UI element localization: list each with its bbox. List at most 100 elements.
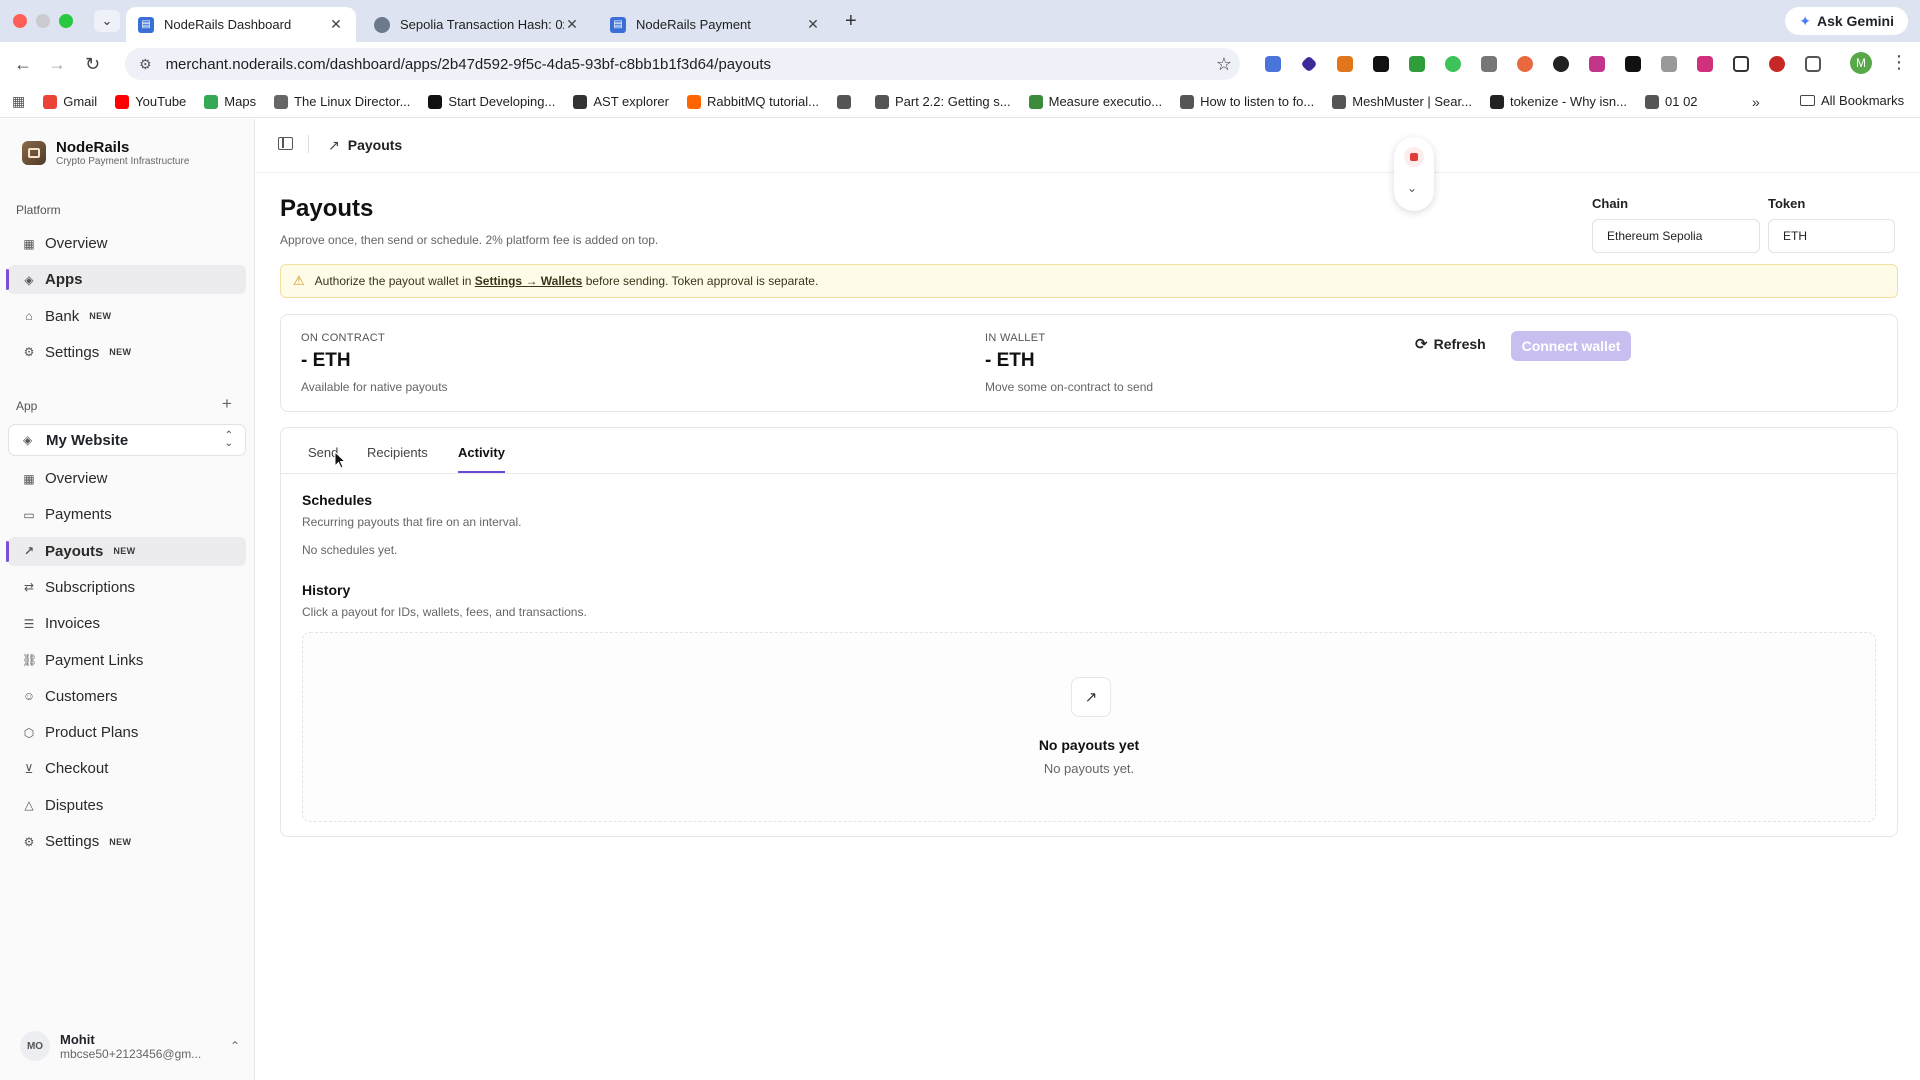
browser-tab-strip: ⌄ ▤ NodeRails Dashboard ✕ Sepolia Transa…	[0, 0, 1920, 42]
profile-avatar[interactable]: M	[1850, 52, 1872, 74]
bookmark-item[interactable]	[837, 94, 857, 109]
connect-wallet-button[interactable]: Connect wallet	[1511, 331, 1631, 361]
settings-wallets-link[interactable]: Settings → Wallets	[475, 274, 583, 288]
extension-icon[interactable]	[1579, 54, 1615, 74]
sidebar-item-invoices[interactable]: ☰ Invoices	[8, 609, 246, 638]
all-bookmarks-button[interactable]: All Bookmarks	[1800, 93, 1904, 108]
bookmark-item[interactable]: How to listen to fo...	[1180, 94, 1314, 109]
bookmark-label: Maps	[224, 94, 257, 109]
bookmark-item[interactable]: tokenize - Why isn...	[1489, 94, 1627, 109]
reload-icon[interactable]: ↻	[85, 54, 100, 75]
medium-icon[interactable]	[1363, 54, 1399, 74]
tab-close-icon[interactable]: ✕	[564, 16, 580, 33]
tab-label: NodeRails Payment	[636, 17, 751, 32]
bookmark-star-icon[interactable]: ☆	[1208, 54, 1240, 75]
sidebar-item-settings[interactable]: ⚙ Settings NEW	[8, 827, 246, 856]
metamask-fox-icon[interactable]	[1327, 54, 1363, 74]
sidebar-item-label: Invoices	[45, 615, 101, 633]
sidebar-item-customers[interactable]: ☺ Customers	[8, 682, 246, 711]
sidebar-item-label: Payments	[45, 506, 112, 524]
bookmark-item[interactable]: Gmail	[43, 94, 97, 109]
bookmark-item[interactable]: Maps	[204, 94, 256, 109]
user-menu[interactable]: MO Mohit mbcse50+2123456@gm... ⌃	[20, 1031, 240, 1061]
extension-icon[interactable]	[1723, 54, 1759, 74]
apps-grid-icon[interactable]: ▦	[12, 93, 25, 110]
stop-recording-icon[interactable]	[1404, 147, 1424, 167]
extension-icon[interactable]	[1651, 54, 1687, 74]
extension-icon[interactable]	[1435, 54, 1471, 74]
warning-icon: △	[24, 798, 34, 813]
bookmark-item[interactable]: Measure executio...	[1028, 94, 1162, 109]
sidebar-toggle-icon[interactable]	[278, 137, 293, 150]
history-heading: History	[302, 582, 351, 598]
tab-activity[interactable]: Activity	[458, 445, 505, 473]
extension-icon[interactable]	[1759, 54, 1795, 74]
sidebar-item-label: Subscriptions	[45, 578, 136, 596]
bookmark-item[interactable]: AST explorer	[573, 94, 669, 109]
sidebar-item-checkout[interactable]: ⊻ Checkout	[8, 754, 246, 783]
extension-icon[interactable]	[1471, 54, 1507, 74]
sidebar-item-payments[interactable]: ▭ Payments	[8, 500, 246, 529]
refresh-button[interactable]: ⟳ Refresh	[1415, 335, 1486, 353]
bookmark-item[interactable]: The Linux Director...	[274, 94, 410, 109]
browser-tab-sepolia[interactable]: Sepolia Transaction Hash: 0x2 ✕	[362, 7, 592, 42]
sidebar-item-subscriptions[interactable]: ⇄ Subscriptions	[8, 573, 246, 602]
browser-tab-dashboard[interactable]: ▤ NodeRails Dashboard ✕	[126, 7, 356, 42]
tab-recipients[interactable]: Recipients	[367, 445, 428, 471]
tab-close-icon[interactable]: ✕	[805, 16, 821, 33]
bookmark-item[interactable]: RabbitMQ tutorial...	[687, 94, 819, 109]
extension-icon[interactable]	[1543, 54, 1579, 74]
sidebar-item-overview[interactable]: ▦ Overview	[8, 464, 246, 493]
sidebar-item-label: Disputes	[45, 796, 104, 814]
address-bar[interactable]: ⚙ merchant.noderails.com/dashboard/apps/…	[125, 48, 1240, 80]
bookmark-label: tokenize - Why isn...	[1509, 94, 1627, 109]
bookmark-favicon-icon	[1028, 94, 1043, 109]
new-tab-plus-icon[interactable]: +	[845, 10, 857, 33]
sidebar-item-product-plans[interactable]: ⬡ Product Plans	[8, 718, 246, 747]
bookmark-item[interactable]: YouTube	[115, 94, 186, 109]
browser-tab-payment[interactable]: ▤ NodeRails Payment ✕	[598, 7, 833, 42]
extension-icon[interactable]	[1687, 54, 1723, 74]
sidebar-item-apps[interactable]: ◈ Apps	[6, 265, 246, 295]
sidebar-item-payouts[interactable]: ↗ Payouts NEW	[6, 536, 246, 566]
more-bookmarks-icon[interactable]: »	[1752, 94, 1760, 110]
extensions-puzzle-icon[interactable]	[1795, 54, 1831, 74]
sidebar-item-disputes[interactable]: △ Disputes	[8, 791, 246, 820]
recording-widget[interactable]: ⌄	[1394, 137, 1434, 211]
sidebar-item-overview[interactable]: ▦ Overview	[8, 229, 246, 258]
ask-gemini-button[interactable]: ✦ Ask Gemini	[1785, 7, 1908, 35]
site-info-icon[interactable]: ⚙	[139, 56, 152, 73]
sidebar-item-bank[interactable]: ⌂ Bank NEW	[8, 302, 246, 331]
sidebar-item-payment-links[interactable]: ⛓ Payment Links	[8, 646, 246, 675]
extension-icon[interactable]	[1615, 54, 1651, 74]
bookmark-item[interactable]: Start Developing...	[428, 94, 555, 109]
window-close-button[interactable]	[13, 14, 27, 28]
browser-menu-icon[interactable]: ⋮	[1890, 52, 1908, 73]
bookmark-item[interactable]: 01 02	[1645, 94, 1698, 109]
user-name: Mohit	[60, 1031, 95, 1047]
chevron-down-icon[interactable]: ⌄	[1407, 181, 1417, 195]
url-text[interactable]: merchant.noderails.com/dashboard/apps/2b…	[166, 56, 1208, 73]
window-zoom-button[interactable]	[59, 14, 73, 28]
bookmark-item[interactable]: MeshMuster | Sear...	[1332, 94, 1472, 109]
tab-search-chevron-icon[interactable]: ⌄	[94, 10, 120, 32]
sidebar-item-settings[interactable]: ⚙ Settings NEW	[8, 338, 246, 367]
add-app-plus-icon[interactable]: +	[222, 394, 232, 414]
token-select[interactable]: ETH	[1768, 219, 1895, 253]
bookmark-label: 01 02	[1665, 94, 1698, 109]
extension-icon[interactable]	[1507, 54, 1543, 74]
bookmark-item[interactable]: Part 2.2: Getting s...	[875, 94, 1011, 109]
window-minimize-button[interactable]	[36, 14, 50, 28]
back-arrow-icon[interactable]: ←	[14, 54, 32, 75]
schedules-description: Recurring payouts that fire on an interv…	[302, 515, 522, 529]
bookmark-favicon-icon	[837, 94, 851, 109]
sidebar-item-label: Settings	[45, 833, 100, 850]
brand[interactable]: NodeRails Crypto Payment Infrastructure	[22, 139, 189, 167]
extension-icon[interactable]	[1291, 54, 1327, 74]
app-selector[interactable]: ◈ My Website ⌃ ⌄	[8, 424, 246, 456]
tab-close-icon[interactable]: ✕	[328, 16, 344, 33]
chain-select[interactable]: Ethereum Sepolia	[1592, 219, 1760, 253]
download-arrow-icon[interactable]	[1399, 54, 1435, 74]
extension-icon[interactable]	[1255, 54, 1291, 74]
forward-arrow-icon[interactable]: →	[48, 54, 66, 75]
